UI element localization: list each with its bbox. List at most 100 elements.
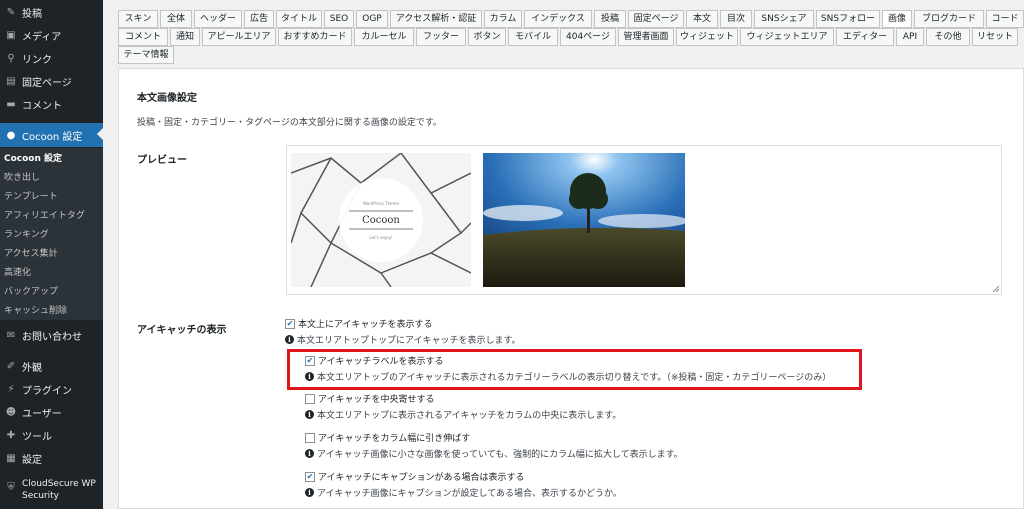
plugin-icon: ⚡ xyxy=(7,384,15,395)
tab-sns-share[interactable]: SNSシェア xyxy=(754,10,814,28)
tab-ogp[interactable]: OGP xyxy=(356,10,388,28)
menu-item-appearance[interactable]: ✐ 外観 xyxy=(0,355,103,378)
menu-item-links[interactable]: ⚲ リンク xyxy=(0,47,103,70)
tab-theme-info[interactable]: テーマ情報 xyxy=(118,46,174,64)
resize-handle-icon[interactable] xyxy=(992,285,1000,293)
checkbox-show-eyecatch[interactable]: ✔ xyxy=(285,318,295,329)
settings-icon: ▦ xyxy=(6,453,16,464)
tab-notice[interactable]: 通知 xyxy=(170,28,200,46)
checkbox-eyecatch-center[interactable] xyxy=(305,393,315,404)
option-show-eyecatch[interactable]: ✔ 本文上にアイキャッチを表示する xyxy=(285,317,433,330)
tab-analytics[interactable]: アクセス解析・認証 xyxy=(390,10,482,28)
tab-carousel[interactable]: カルーセル xyxy=(354,28,414,46)
menu-item-users[interactable]: ☻ ユーザー xyxy=(0,401,103,424)
info-icon: i xyxy=(305,410,314,419)
preview-eyecatch-image xyxy=(483,153,685,287)
tree-landscape xyxy=(483,153,685,287)
checkbox-eyecatch-stretch[interactable] xyxy=(305,432,315,443)
tab-reset[interactable]: リセット xyxy=(972,28,1018,46)
submenu-ranking[interactable]: ランキング xyxy=(4,226,49,244)
tab-mobile[interactable]: モバイル xyxy=(508,28,558,46)
section-title: 本文画像設定 xyxy=(137,93,197,104)
media-icon: ▣ xyxy=(6,30,16,41)
tab-widget-area[interactable]: ウィジェットエリア xyxy=(740,28,834,46)
tab-footer[interactable]: フッター xyxy=(416,28,466,46)
preview-logo-text: Cocoon xyxy=(362,215,400,226)
option-eyecatch-caption[interactable]: ✔ アイキャッチにキャプションがある場合は表示する xyxy=(305,470,525,483)
menu-item-comments[interactable]: ▬ コメント xyxy=(0,93,103,116)
shield-icon: ⛨ xyxy=(7,481,15,493)
tab-api[interactable]: API xyxy=(896,28,924,46)
note-show-eyecatch: i 本文エリアトップトップにアイキャッチを表示します。 xyxy=(285,333,521,346)
tab-index[interactable]: インデックス xyxy=(524,10,592,28)
user-icon: ☻ xyxy=(5,407,17,418)
submenu-balloon[interactable]: 吹き出し xyxy=(4,169,40,187)
tab-comment[interactable]: コメント xyxy=(118,28,168,46)
tab-ads[interactable]: 広告 xyxy=(244,10,274,28)
tab-fixed-page[interactable]: 固定ページ xyxy=(628,10,684,28)
submenu-cache[interactable]: キャッシュ削除 xyxy=(4,302,67,320)
tab-skin[interactable]: スキン xyxy=(118,10,158,28)
preview-default-image: WordPress Theme Cocoon Let's enjoy! xyxy=(291,153,471,287)
info-icon: i xyxy=(305,449,314,458)
preview-logo-sub-text: Let's enjoy! xyxy=(369,235,392,240)
settings-panel: 本文画像設定 投稿・固定・カテゴリー・タグページの本文部分に関する画像の設定です… xyxy=(118,68,1024,509)
tab-button[interactable]: ボタン xyxy=(468,28,506,46)
link-icon: ⚲ xyxy=(7,53,15,64)
tab-404[interactable]: 404ページ xyxy=(560,28,616,46)
menu-item-cloudsecure[interactable]: ⛨ CloudSecure WP Security xyxy=(0,478,103,508)
menu-item-tools[interactable]: ✚ ツール xyxy=(0,424,103,447)
tab-widget[interactable]: ウィジェット xyxy=(676,28,738,46)
tab-all[interactable]: 全体 xyxy=(160,10,192,28)
pin-icon: ✎ xyxy=(6,7,16,18)
menu-item-media[interactable]: ▣ メディア xyxy=(0,24,103,47)
menu-item-posts[interactable]: ✎ 投稿 xyxy=(0,1,103,24)
note-eyecatch-center: i 本文エリアトップに表示されるアイキャッチをカラムの中央に表示します。 xyxy=(305,408,621,421)
section-description: 投稿・固定・カテゴリー・タグページの本文部分に関する画像の設定です。 xyxy=(137,118,442,128)
tab-header[interactable]: ヘッダー xyxy=(194,10,242,28)
tab-editor[interactable]: エディター xyxy=(836,28,894,46)
info-icon: i xyxy=(305,488,314,497)
brush-icon: ✐ xyxy=(6,361,16,372)
tab-code[interactable]: コード xyxy=(986,10,1024,28)
eyecatch-label: アイキャッチの表示 xyxy=(137,325,227,336)
option-eyecatch-center[interactable]: アイキャッチを中央寄せする xyxy=(305,392,435,405)
cocoon-icon: ● xyxy=(6,129,16,141)
tab-body[interactable]: 本文 xyxy=(686,10,718,28)
tab-sns-follow[interactable]: SNSフォロー xyxy=(816,10,880,28)
tab-column[interactable]: カラム xyxy=(484,10,522,28)
menu-item-pages[interactable]: ▤ 固定ページ xyxy=(0,70,103,93)
mail-icon: ✉ xyxy=(6,330,16,341)
tab-blogcard[interactable]: ブログカード xyxy=(914,10,984,28)
tab-image[interactable]: 画像 xyxy=(882,10,912,28)
submenu-cocoon-settings[interactable]: Cocoon 設定 xyxy=(4,150,62,168)
preview-label: プレビュー xyxy=(137,155,187,166)
tab-seo[interactable]: SEO xyxy=(324,10,354,28)
info-icon: i xyxy=(285,335,294,344)
submenu-affiliate[interactable]: アフィリエイトタグ xyxy=(4,207,85,225)
menu-item-cocoon[interactable]: ● Cocoon 設定 xyxy=(0,123,103,147)
tab-appeal-area[interactable]: アピールエリア xyxy=(202,28,276,46)
tab-post[interactable]: 投稿 xyxy=(594,10,626,28)
menu-item-plugins[interactable]: ⚡ プラグイン xyxy=(0,378,103,401)
menu-item-contact[interactable]: ✉ お問い合わせ xyxy=(0,324,103,347)
active-menu-arrow xyxy=(97,128,103,140)
tab-title[interactable]: タイトル xyxy=(276,10,322,28)
page-icon: ▤ xyxy=(6,76,16,87)
tab-recommend-card[interactable]: おすすめカード xyxy=(278,28,352,46)
option-eyecatch-stretch[interactable]: アイキャッチをカラム幅に引き伸ばす xyxy=(305,431,470,444)
tab-toc[interactable]: 目次 xyxy=(720,10,752,28)
submenu-template[interactable]: テンプレート xyxy=(4,188,58,206)
submenu-speedup[interactable]: 高速化 xyxy=(4,264,31,282)
menu-item-settings[interactable]: ▦ 設定 xyxy=(0,447,103,470)
checkbox-eyecatch-caption[interactable]: ✔ xyxy=(305,471,315,482)
submenu-access[interactable]: アクセス集計 xyxy=(4,245,58,263)
note-eyecatch-stretch: i アイキャッチ画像に小さな画像を使っていても、強制的にカラム幅に拡大して表示しま… xyxy=(305,447,683,460)
wrench-icon: ✚ xyxy=(6,430,16,441)
tab-admin-screen[interactable]: 管理者画面 xyxy=(618,28,674,46)
note-eyecatch-caption: i アイキャッチ画像にキャプションが設定してある場合、表示するかどうか。 xyxy=(305,486,622,499)
preview-box[interactable]: WordPress Theme Cocoon Let's enjoy! xyxy=(286,145,1002,295)
tab-other[interactable]: その他 xyxy=(926,28,970,46)
submenu-backup[interactable]: バックアップ xyxy=(4,283,58,301)
highlight-box xyxy=(287,349,862,390)
